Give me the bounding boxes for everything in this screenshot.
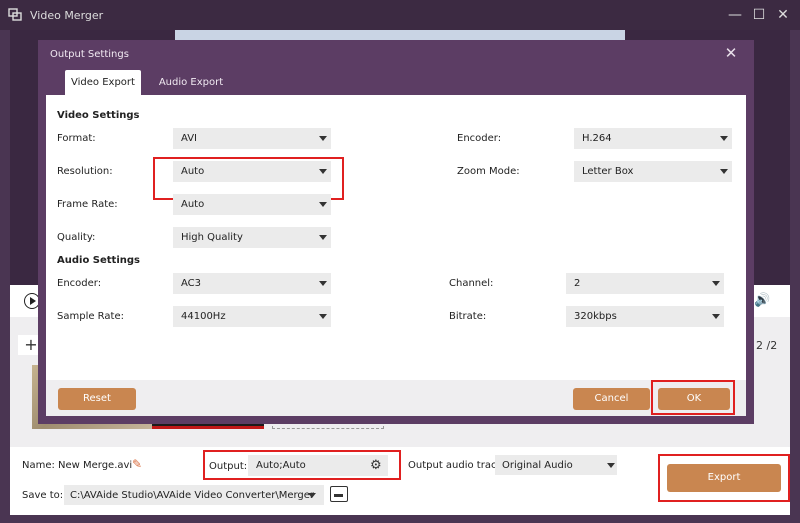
video-settings-title: Video Settings — [57, 110, 140, 121]
audio-encoder-label: Encoder: — [57, 278, 102, 289]
tab-audio-export[interactable]: Audio Export — [153, 70, 229, 95]
resolution-value: Auto — [181, 166, 205, 177]
frame-rate-label: Frame Rate: — [57, 199, 118, 210]
quality-select[interactable]: High Quality — [173, 227, 331, 248]
audio-encoder-value: AC3 — [181, 278, 202, 289]
video-encoder-value: H.264 — [582, 133, 612, 144]
bitrate-select[interactable]: 320kbps — [566, 306, 724, 327]
close-window-button[interactable]: ✕ — [774, 6, 792, 24]
output-settings-dialog: Output Settings ✕ Video Export Audio Exp… — [38, 40, 754, 424]
chevron-down-icon — [720, 169, 728, 174]
chevron-down-icon — [720, 136, 728, 141]
gear-icon[interactable]: ⚙ — [370, 458, 385, 473]
channel-value: 2 — [574, 278, 581, 289]
zoom-mode-label: Zoom Mode: — [457, 166, 520, 177]
close-icon[interactable]: ✕ — [724, 46, 738, 61]
video-encoder-select[interactable]: H.264 — [574, 128, 732, 149]
format-value: AVI — [181, 133, 197, 144]
audio-track-value: Original Audio — [502, 460, 573, 471]
output-field[interactable]: Auto;Auto ⚙ — [248, 455, 388, 476]
format-label: Format: — [57, 133, 96, 144]
audio-track-label: Output audio track: — [408, 460, 506, 471]
chevron-down-icon — [319, 235, 327, 240]
video-encoder-label: Encoder: — [457, 133, 502, 144]
chevron-down-icon — [319, 202, 327, 207]
video-merger-window: Video Merger — ☐ ✕ 🔊 + 2 /2 Name: New Me… — [0, 0, 800, 523]
export-button[interactable]: Export — [667, 464, 781, 492]
dialog-title: Output Settings — [50, 49, 129, 60]
page-counter: 2 /2 — [756, 339, 778, 352]
video-preview-frame — [175, 30, 625, 40]
app-logo-icon — [8, 8, 22, 21]
volume-icon[interactable]: 🔊 — [754, 293, 770, 309]
output-panel: Name: New Merge.avi ✎ Output: Auto;Auto … — [10, 447, 790, 515]
edit-icon[interactable]: ✎ — [132, 457, 146, 471]
frame-rate-value: Auto — [181, 199, 205, 210]
save-to-label: Save to: — [22, 490, 64, 501]
tab-video-export[interactable]: Video Export — [65, 70, 141, 95]
chevron-down-icon — [712, 281, 720, 286]
chevron-down-icon — [319, 281, 327, 286]
save-to-path-value: C:\AVAide Studio\AVAide Video Converter\… — [70, 490, 315, 501]
resolution-label: Resolution: — [57, 166, 113, 177]
bitrate-value: 320kbps — [574, 311, 617, 322]
frame-rate-select[interactable]: Auto — [173, 194, 331, 215]
ok-highlight: OK — [651, 380, 735, 415]
audio-encoder-select[interactable]: AC3 — [173, 273, 331, 294]
file-name-value: New Merge.avi — [58, 460, 133, 471]
chevron-down-icon — [712, 314, 720, 319]
folder-icon[interactable] — [330, 486, 348, 502]
window-title: Video Merger — [30, 9, 104, 22]
chevron-down-icon — [607, 463, 615, 468]
zoom-mode-value: Letter Box — [582, 166, 634, 177]
settings-panel: Video Settings Format: AVI Encoder: H.26… — [46, 95, 746, 380]
resolution-select[interactable]: Auto — [173, 161, 331, 182]
quality-label: Quality: — [57, 232, 96, 243]
chevron-down-icon — [319, 136, 327, 141]
channel-select[interactable]: 2 — [566, 273, 724, 294]
save-to-path-select[interactable]: C:\AVAide Studio\AVAide Video Converter\… — [64, 485, 324, 505]
ok-button[interactable]: OK — [658, 388, 730, 410]
channel-label: Channel: — [449, 278, 494, 289]
reset-button[interactable]: Reset — [58, 388, 136, 410]
sample-rate-value: 44100Hz — [181, 311, 226, 322]
export-highlight: Export — [658, 454, 790, 502]
audio-track-select[interactable]: Original Audio — [495, 455, 617, 475]
sample-rate-label: Sample Rate: — [57, 311, 124, 322]
bitrate-label: Bitrate: — [449, 311, 487, 322]
chevron-down-icon[interactable] — [308, 493, 316, 498]
sample-rate-select[interactable]: 44100Hz — [173, 306, 331, 327]
minimize-button[interactable]: — — [726, 6, 744, 24]
maximize-button[interactable]: ☐ — [750, 6, 768, 24]
zoom-mode-select[interactable]: Letter Box — [574, 161, 732, 182]
name-label: Name: — [22, 460, 55, 471]
audio-settings-title: Audio Settings — [57, 255, 140, 266]
output-highlight: Output: Auto;Auto ⚙ — [203, 450, 401, 480]
format-select[interactable]: AVI — [173, 128, 331, 149]
dialog-footer: Reset Cancel OK — [46, 380, 746, 416]
output-label: Output: — [209, 461, 248, 472]
cancel-button[interactable]: Cancel — [573, 388, 650, 410]
title-bar: Video Merger — ☐ ✕ — [0, 0, 800, 30]
chevron-down-icon — [319, 169, 327, 174]
chevron-down-icon — [319, 314, 327, 319]
quality-value: High Quality — [181, 232, 243, 243]
output-value: Auto;Auto — [256, 460, 306, 471]
